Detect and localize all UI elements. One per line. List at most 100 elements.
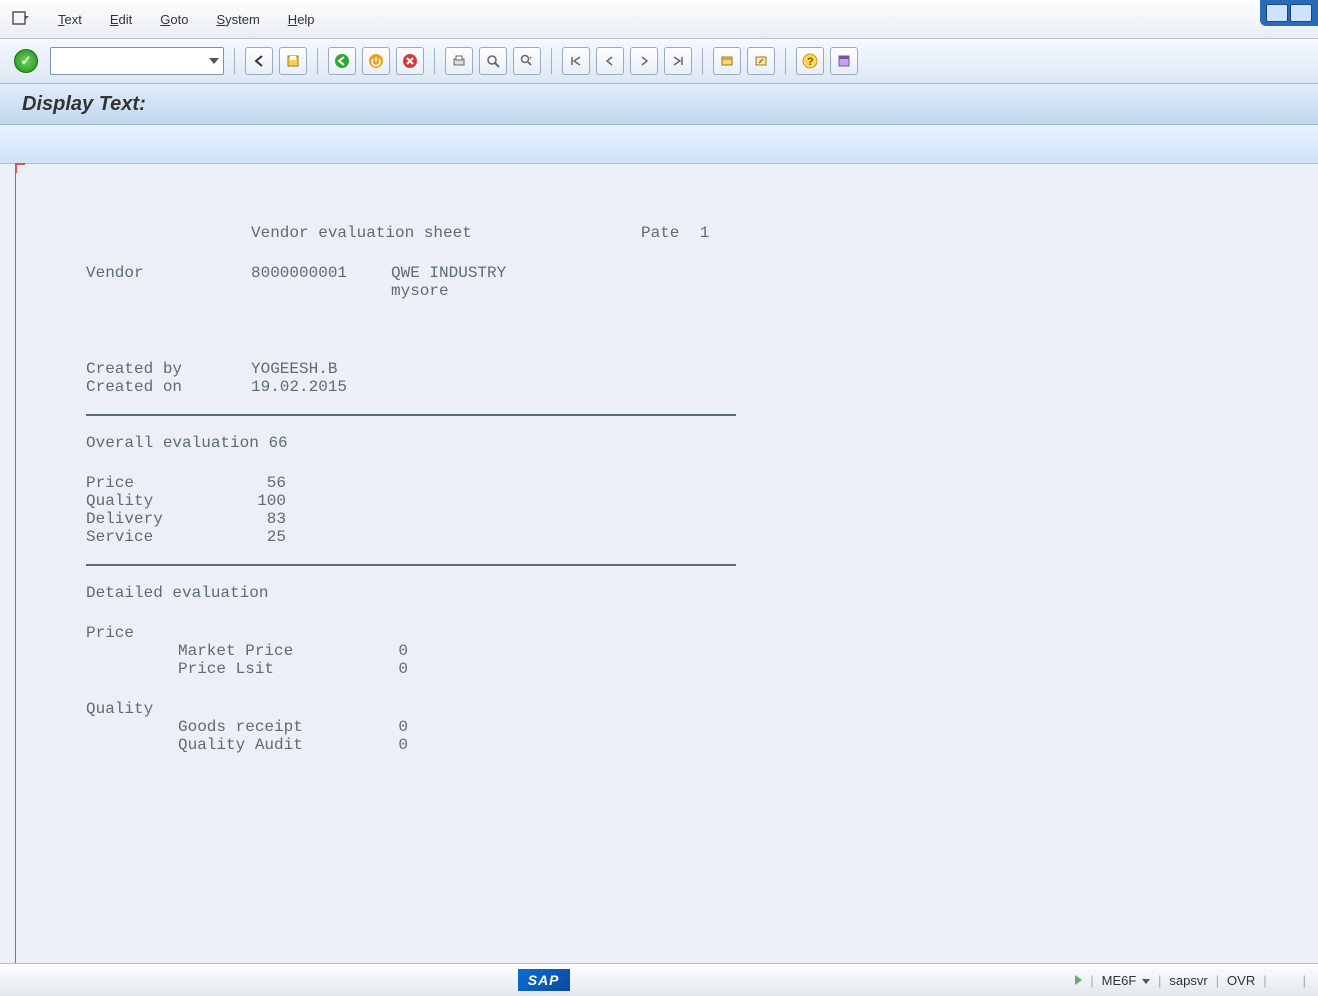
corner-marker-tl	[15, 163, 25, 173]
page-label: Pate	[641, 224, 679, 242]
vendor-city-row: mysore	[86, 282, 1258, 300]
window-controls	[1260, 0, 1318, 26]
save-button[interactable]	[279, 47, 307, 75]
minimize-button[interactable]	[1266, 4, 1288, 22]
overall-value: 66	[268, 434, 287, 452]
detail-row: Market Price0	[86, 642, 1258, 660]
score-label: Price	[86, 474, 236, 492]
toolbar-separator	[234, 48, 235, 74]
toolbar: ✓ + ?	[0, 39, 1318, 84]
toolbar-separator	[702, 48, 703, 74]
statusbar: SAP | ME6F | sapsvr | OVR | |	[0, 963, 1318, 996]
shortcut-button[interactable]	[747, 47, 775, 75]
title-band: Display Text:	[0, 84, 1318, 125]
svg-text:+: +	[529, 56, 533, 62]
vendor-number: 8000000001	[251, 264, 391, 282]
score-value: 25	[236, 528, 286, 546]
menu-goto[interactable]: Goto	[160, 12, 188, 27]
print-button[interactable]	[445, 47, 473, 75]
heading-row: Vendor evaluation sheet Pate 1	[86, 224, 1258, 242]
sap-logo: SAP	[518, 969, 570, 991]
status-right: | ME6F | sapsvr | OVR | |	[1075, 973, 1306, 988]
cancel-button[interactable]	[396, 47, 424, 75]
exit-button[interactable]	[362, 47, 390, 75]
created-on-row: Created on 19.02.2015	[86, 378, 1258, 396]
detail-group-label: Quality	[86, 700, 1258, 718]
detail-label: Price Lsit	[178, 660, 378, 678]
overall-label: Overall evaluation	[86, 434, 259, 452]
scores-block: Price56Quality100Delivery83Service25	[86, 474, 1258, 546]
new-session-button[interactable]	[713, 47, 741, 75]
detail-group-label: Price	[86, 624, 1258, 642]
created-by-label: Created by	[86, 360, 251, 378]
score-value: 56	[236, 474, 286, 492]
first-page-button[interactable]	[562, 47, 590, 75]
app-menu-icon[interactable]	[12, 10, 30, 28]
enter-icon[interactable]: ✓	[14, 49, 38, 73]
detail-row: Quality Audit0	[86, 736, 1258, 754]
toolbar-separator	[317, 48, 318, 74]
find-button[interactable]	[479, 47, 507, 75]
score-row: Quality100	[86, 492, 1258, 510]
divider	[86, 564, 736, 566]
page-title: Display Text:	[22, 93, 146, 116]
created-by-value: YOGEESH.B	[251, 360, 337, 378]
created-on-value: 19.02.2015	[251, 378, 347, 396]
app-toolbar-band	[0, 125, 1318, 164]
back-button[interactable]	[245, 47, 273, 75]
svg-text:?: ?	[807, 56, 814, 68]
score-label: Delivery	[86, 510, 236, 528]
detail-row: Price Lsit0	[86, 660, 1258, 678]
last-page-button[interactable]	[664, 47, 692, 75]
prev-page-button[interactable]	[596, 47, 624, 75]
vendor-row: Vendor 8000000001 QWE INDUSTRY	[86, 264, 1258, 282]
status-tcode[interactable]: ME6F	[1102, 973, 1150, 988]
detail-value: 0	[378, 718, 408, 736]
menu-text[interactable]: Text	[58, 12, 82, 27]
vendor-name: QWE INDUSTRY	[391, 264, 506, 282]
find-next-button[interactable]: +	[513, 47, 541, 75]
back-green-button[interactable]	[328, 47, 356, 75]
menu-system[interactable]: System	[216, 12, 259, 27]
layout-button[interactable]	[830, 47, 858, 75]
score-row: Price56	[86, 474, 1258, 492]
status-indicator-icon	[1075, 975, 1082, 985]
vendor-label: Vendor	[86, 264, 251, 282]
overall-row: Overall evaluation 66	[86, 434, 1258, 452]
dropdown-icon	[1142, 979, 1150, 984]
score-label: Quality	[86, 492, 236, 510]
content-wrap: Vendor evaluation sheet Pate 1 Vendor 80…	[0, 164, 1318, 975]
divider	[86, 414, 736, 416]
report-body: Vendor evaluation sheet Pate 1 Vendor 80…	[15, 164, 1318, 975]
toolbar-separator	[785, 48, 786, 74]
detail-row: Goods receipt0	[86, 718, 1258, 736]
score-value: 100	[236, 492, 286, 510]
status-mode: OVR	[1227, 973, 1255, 988]
score-label: Service	[86, 528, 236, 546]
maximize-button[interactable]	[1290, 4, 1312, 22]
detail-value: 0	[378, 642, 408, 660]
help-button[interactable]: ?	[796, 47, 824, 75]
details-block: PriceMarket Price0Price Lsit0QualityGood…	[86, 624, 1258, 754]
status-server: sapsvr	[1169, 973, 1207, 988]
created-by-row: Created by YOGEESH.B	[86, 360, 1258, 378]
menu-edit[interactable]: Edit	[110, 12, 132, 27]
report-heading: Vendor evaluation sheet	[251, 224, 641, 242]
score-row: Service25	[86, 528, 1258, 546]
created-on-label: Created on	[86, 378, 251, 396]
toolbar-separator	[551, 48, 552, 74]
vendor-city: mysore	[391, 282, 449, 300]
detail-label: Goods receipt	[178, 718, 378, 736]
page-number: 1	[679, 224, 709, 242]
score-row: Delivery83	[86, 510, 1258, 528]
next-page-button[interactable]	[630, 47, 658, 75]
score-value: 83	[236, 510, 286, 528]
detailed-label: Detailed evaluation	[86, 584, 1258, 602]
menubar: Text Edit Goto System Help	[0, 0, 1318, 39]
detail-value: 0	[378, 736, 408, 754]
detail-label: Market Price	[178, 642, 378, 660]
toolbar-separator	[434, 48, 435, 74]
command-field[interactable]	[50, 47, 224, 75]
menu-help[interactable]: Help	[288, 12, 315, 27]
detail-value: 0	[378, 660, 408, 678]
